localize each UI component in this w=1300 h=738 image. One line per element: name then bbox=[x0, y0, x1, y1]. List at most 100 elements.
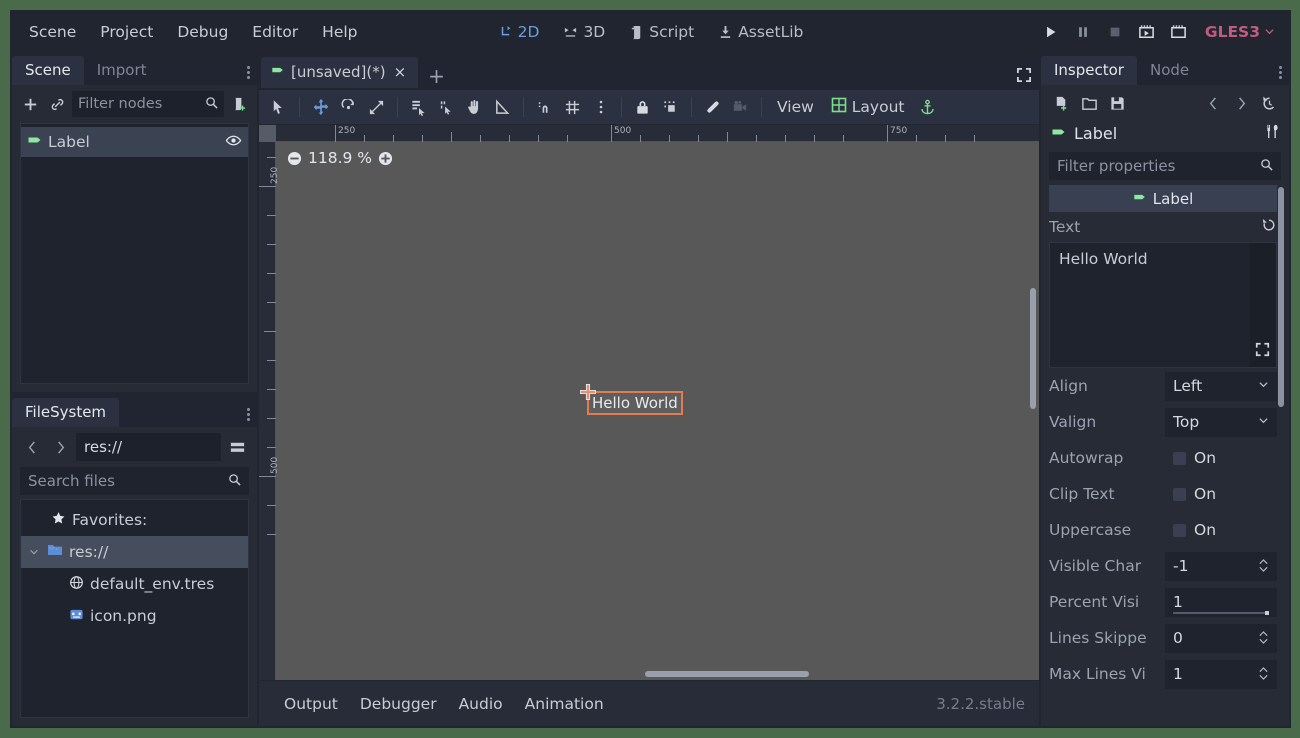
pause-button[interactable] bbox=[1069, 18, 1097, 46]
pan-mode-icon[interactable] bbox=[461, 94, 488, 121]
view-menu-button[interactable]: View bbox=[769, 94, 822, 120]
tab-assetlib[interactable]: AssetLib bbox=[708, 18, 813, 46]
menu-debug[interactable]: Debug bbox=[166, 18, 239, 46]
inspector-dock-menu-icon[interactable] bbox=[1271, 59, 1289, 85]
play-custom-scene-button[interactable] bbox=[1165, 18, 1193, 46]
instance-link-icon[interactable] bbox=[45, 92, 69, 116]
filesystem-search-input[interactable]: Search files bbox=[20, 467, 249, 495]
expand-icon[interactable] bbox=[1254, 341, 1271, 362]
pivot-handle-icon[interactable] bbox=[579, 383, 597, 401]
chevron-down-icon[interactable] bbox=[29, 547, 41, 557]
inspector-property-list[interactable]: Label Text Hello World bbox=[1049, 185, 1287, 726]
tab-filesystem[interactable]: FileSystem bbox=[12, 398, 119, 427]
tab-scene[interactable]: Scene bbox=[12, 56, 84, 85]
play-scene-button[interactable] bbox=[1133, 18, 1161, 46]
checkbox-icon[interactable] bbox=[1173, 488, 1186, 501]
bottom-tab-output[interactable]: Output bbox=[273, 690, 349, 718]
zoom-in-icon[interactable] bbox=[378, 151, 393, 166]
fs-item-default-env[interactable]: default_env.tres bbox=[21, 568, 248, 600]
new-resource-icon[interactable] bbox=[1049, 91, 1073, 115]
checkbox-icon[interactable] bbox=[1173, 524, 1186, 537]
bottom-tab-debugger[interactable]: Debugger bbox=[349, 690, 448, 718]
bottom-tab-animation[interactable]: Animation bbox=[514, 690, 615, 718]
slider-track[interactable] bbox=[1173, 612, 1269, 614]
rotate-mode-icon[interactable] bbox=[335, 94, 362, 121]
menu-editor[interactable]: Editor bbox=[241, 18, 309, 46]
property-value-visible-char[interactable]: -1 bbox=[1165, 552, 1277, 581]
split-mode-icon[interactable] bbox=[225, 435, 249, 459]
property-value-clip-text[interactable]: On bbox=[1165, 480, 1277, 509]
menu-help[interactable]: Help bbox=[311, 18, 368, 46]
property-value-lines-skipped[interactable]: 0 bbox=[1165, 624, 1277, 653]
renderer-selector[interactable]: GLES3 bbox=[1197, 19, 1283, 45]
close-icon[interactable]: × bbox=[392, 63, 409, 81]
spinner-icon[interactable] bbox=[1258, 630, 1269, 646]
revert-icon[interactable] bbox=[1261, 217, 1277, 237]
pivot-mode-icon[interactable] bbox=[433, 94, 460, 121]
save-resource-icon[interactable] bbox=[1105, 91, 1129, 115]
chevron-right-icon[interactable] bbox=[48, 435, 72, 459]
layout-menu-button[interactable]: Layout bbox=[823, 93, 913, 121]
distraction-free-icon[interactable] bbox=[1015, 66, 1033, 88]
scene-tab-unsaved[interactable]: [unsaved](*) × bbox=[261, 57, 418, 88]
scene-tree-item-label[interactable]: Label bbox=[21, 127, 248, 157]
open-resource-icon[interactable] bbox=[1077, 91, 1101, 115]
ruler-mode-icon[interactable] bbox=[489, 94, 516, 121]
property-value-valign[interactable]: Top bbox=[1165, 408, 1277, 437]
move-mode-icon[interactable] bbox=[307, 94, 334, 121]
canvas-horizontal-scrollbar[interactable] bbox=[279, 670, 1025, 678]
property-value-uppercase[interactable]: On bbox=[1165, 516, 1277, 545]
lock-icon[interactable] bbox=[629, 94, 656, 121]
select-mode-icon[interactable] bbox=[265, 94, 292, 121]
list-select-icon[interactable] bbox=[405, 94, 432, 121]
history-back-icon[interactable] bbox=[1201, 91, 1225, 115]
add-scene-tab-button[interactable]: + bbox=[418, 64, 455, 88]
scale-mode-icon[interactable] bbox=[363, 94, 390, 121]
play-button[interactable] bbox=[1037, 18, 1065, 46]
tab-3d[interactable]: 3D bbox=[553, 18, 615, 46]
smart-snap-icon[interactable] bbox=[559, 94, 586, 121]
anchor-icon[interactable] bbox=[914, 94, 941, 121]
tab-import[interactable]: Import bbox=[84, 56, 160, 85]
skeleton-bone-icon[interactable] bbox=[699, 94, 726, 121]
snap-mode-icon[interactable] bbox=[531, 94, 558, 121]
slider-handle[interactable] bbox=[1265, 611, 1269, 615]
property-text-input[interactable]: Hello World bbox=[1049, 242, 1277, 368]
canvas-vertical-scrollbar[interactable] bbox=[1029, 147, 1037, 650]
inspector-filter-input[interactable]: Filter properties bbox=[1049, 152, 1281, 180]
stop-button[interactable] bbox=[1101, 18, 1129, 46]
camera-override-icon[interactable] bbox=[727, 94, 754, 121]
add-node-icon[interactable] bbox=[18, 92, 42, 116]
fs-item-favorites[interactable]: Favorites: bbox=[21, 504, 248, 536]
fs-item-icon-png[interactable]: icon.png bbox=[21, 600, 248, 632]
bottom-tab-audio[interactable]: Audio bbox=[448, 690, 514, 718]
menu-project[interactable]: Project bbox=[89, 18, 164, 46]
inspector-class-header[interactable]: Label bbox=[1049, 185, 1277, 212]
tab-inspector[interactable]: Inspector bbox=[1041, 56, 1137, 85]
history-icon[interactable] bbox=[1257, 91, 1281, 115]
property-value-max-lines-visible[interactable]: 1 bbox=[1165, 660, 1277, 689]
scene-dock-menu-icon[interactable] bbox=[239, 59, 257, 85]
canvas-viewport[interactable]: 250 500 bbox=[259, 125, 1039, 680]
group-icon[interactable] bbox=[657, 94, 684, 121]
scene-filter-input[interactable]: Filter nodes bbox=[72, 91, 224, 117]
chevron-left-icon[interactable] bbox=[20, 435, 44, 459]
inspector-scrollbar[interactable] bbox=[1277, 187, 1285, 724]
fs-item-res-root[interactable]: res:// bbox=[21, 536, 248, 568]
create-script-icon[interactable] bbox=[227, 92, 251, 116]
canvas-label-node[interactable]: Hello World bbox=[587, 391, 683, 415]
tab-node[interactable]: Node bbox=[1137, 56, 1202, 85]
eye-icon[interactable] bbox=[225, 132, 242, 153]
tab-script[interactable]: Script bbox=[619, 18, 704, 46]
history-forward-icon[interactable] bbox=[1229, 91, 1253, 115]
snap-options-icon[interactable] bbox=[587, 94, 614, 121]
filesystem-path-input[interactable]: res:// bbox=[76, 433, 221, 461]
spinner-icon[interactable] bbox=[1258, 558, 1269, 574]
zoom-out-icon[interactable] bbox=[287, 151, 302, 166]
object-tools-icon[interactable] bbox=[1264, 123, 1281, 144]
filesystem-dock-menu-icon[interactable] bbox=[239, 401, 257, 427]
checkbox-icon[interactable] bbox=[1173, 452, 1186, 465]
menu-scene[interactable]: Scene bbox=[18, 18, 87, 46]
tab-2d[interactable]: 2D bbox=[488, 18, 550, 46]
property-value-percent-visible[interactable]: 1 bbox=[1165, 588, 1277, 617]
